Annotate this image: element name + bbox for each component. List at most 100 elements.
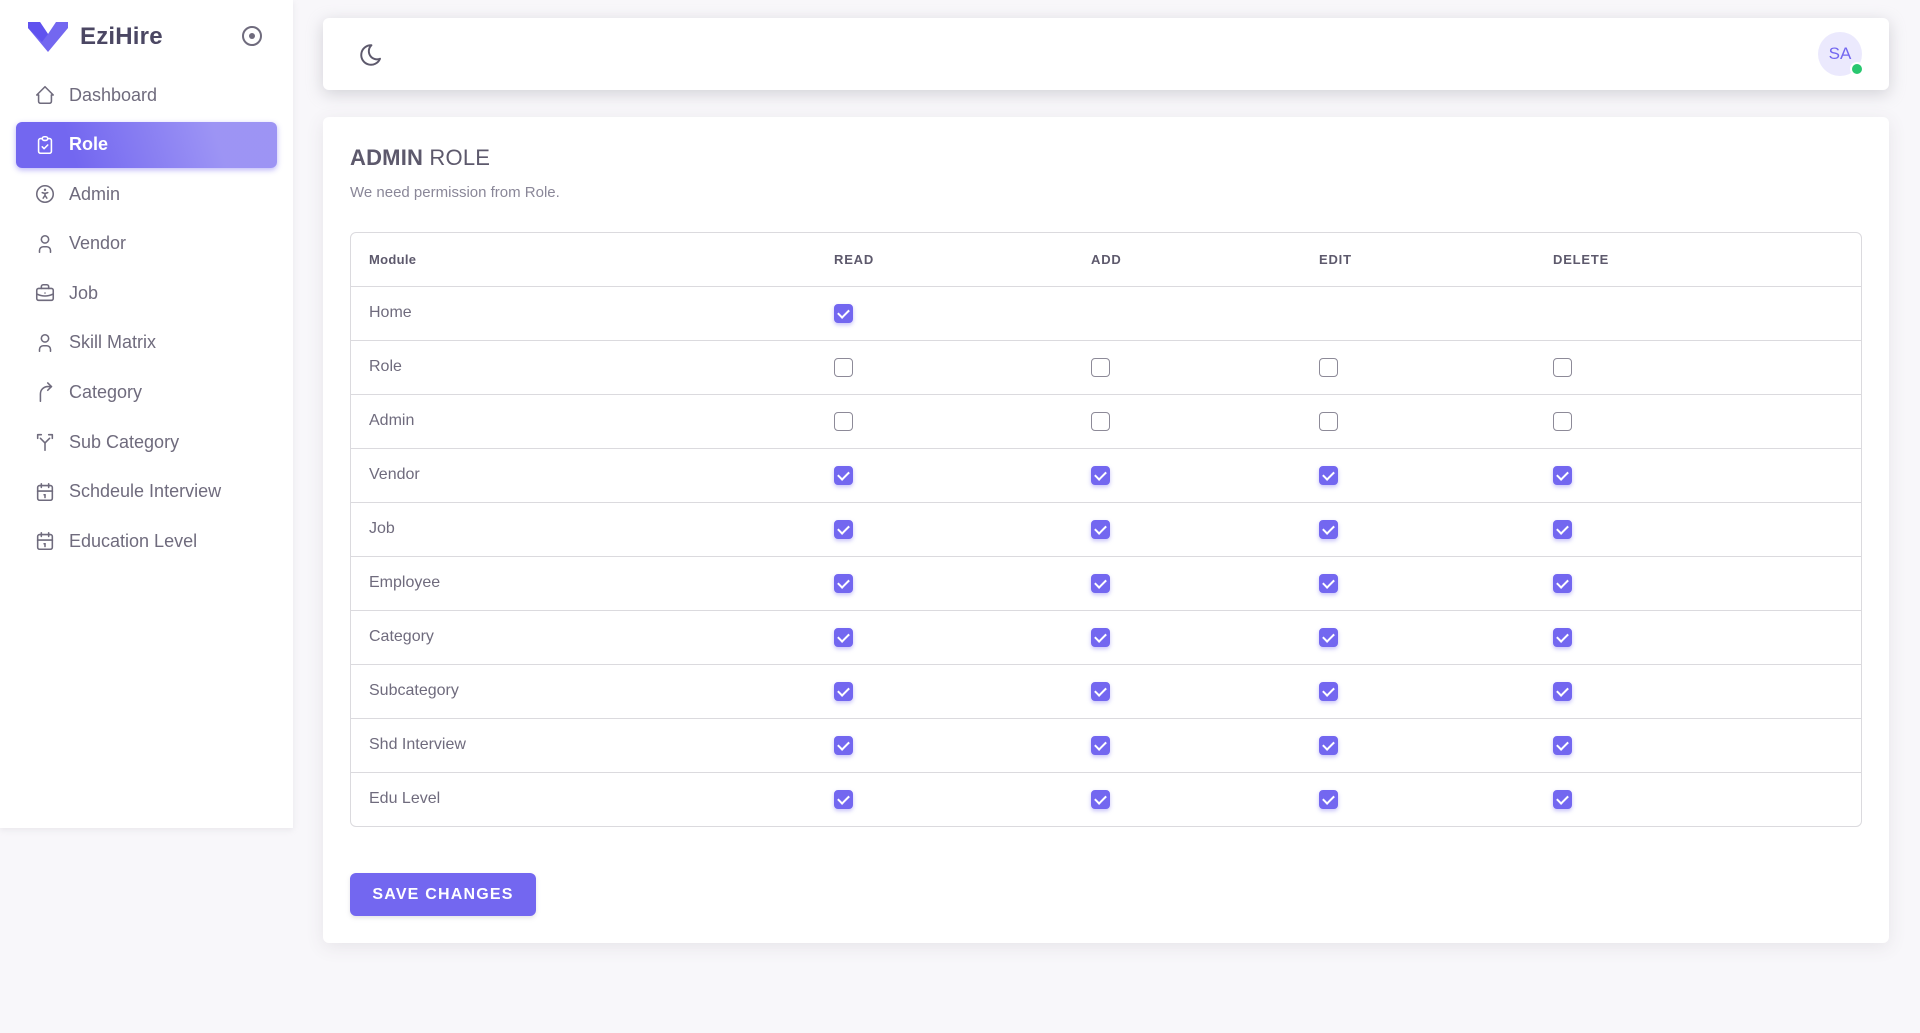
module-name: Vendor [351, 448, 834, 503]
dark-mode-toggle[interactable] [358, 42, 384, 68]
permission-cell [1553, 772, 1861, 826]
add-checkbox[interactable] [1091, 789, 1110, 809]
permission-cell [1319, 664, 1553, 719]
user-icon [34, 233, 56, 255]
module-name: Category [351, 610, 834, 665]
module-name: Shd Interview [351, 718, 834, 773]
read-checkbox[interactable] [834, 735, 853, 755]
user-icon [34, 332, 56, 354]
add-checkbox[interactable] [1091, 519, 1110, 539]
delete-checkbox[interactable] [1553, 681, 1572, 701]
read-checkbox[interactable] [834, 573, 853, 593]
module-name: Home [351, 286, 834, 341]
edit-checkbox[interactable] [1319, 519, 1338, 539]
permission-cell [1319, 772, 1553, 826]
module-name: Job [351, 502, 834, 557]
edit-checkbox[interactable] [1319, 735, 1338, 755]
module-name: Edu Level [369, 790, 441, 808]
read-checkbox[interactable] [834, 357, 853, 377]
header-delete: DELETE [1553, 233, 1861, 287]
delete-checkbox[interactable] [1553, 357, 1572, 377]
permission-cell [834, 718, 1091, 773]
edit-checkbox[interactable] [1319, 465, 1338, 485]
add-checkbox[interactable] [1091, 735, 1110, 755]
delete-checkbox[interactable] [1553, 735, 1572, 755]
permission-cell [1319, 340, 1553, 395]
delete-checkbox[interactable] [1553, 411, 1572, 431]
delete-checkbox[interactable] [1553, 519, 1572, 539]
briefcase-icon [34, 282, 56, 304]
table-row: Admin [351, 394, 1861, 449]
permission-cell [1319, 718, 1553, 773]
delete-checkbox[interactable] [1553, 573, 1572, 593]
read-checkbox[interactable] [834, 465, 853, 485]
sidebar-item-dashboard[interactable]: Dashboard [16, 72, 277, 118]
edit-checkbox[interactable] [1319, 627, 1338, 647]
add-checkbox[interactable] [1091, 465, 1110, 485]
empty-cell [1553, 286, 1861, 341]
read-checkbox[interactable] [834, 303, 853, 323]
edit-checkbox[interactable] [1319, 681, 1338, 701]
edit-checkbox[interactable] [1319, 411, 1338, 431]
sidebar-item-label: Dashboard [69, 84, 158, 105]
read-checkbox[interactable] [834, 519, 853, 539]
user-avatar[interactable]: SA [1818, 32, 1862, 76]
add-checkbox[interactable] [1091, 357, 1110, 377]
read-checkbox[interactable] [834, 789, 853, 809]
sidebar-item-education-level[interactable]: Education Level [16, 518, 277, 564]
sidebar-item-skill-matrix[interactable]: Skill Matrix [16, 320, 277, 366]
add-checkbox[interactable] [1091, 573, 1110, 593]
sidebar-item-label: Sub Category [69, 431, 180, 452]
permission-cell [1553, 718, 1861, 773]
sidebar-item-sub-category[interactable]: Sub Category [16, 419, 277, 465]
save-changes-button[interactable]: SAVE CHANGES [350, 873, 536, 916]
add-checkbox[interactable] [1091, 411, 1110, 431]
empty-cell [1091, 286, 1319, 341]
read-checkbox[interactable] [834, 681, 853, 701]
delete-checkbox[interactable] [1553, 789, 1572, 809]
sidebar-item-job[interactable]: Job [16, 270, 277, 316]
module-name: Role [351, 340, 834, 395]
permission-cell [834, 448, 1091, 503]
edit-checkbox[interactable] [1319, 573, 1338, 593]
sidebar-item-label: Category [69, 382, 143, 403]
title-bold: ADMIN [350, 145, 424, 170]
brand[interactable]: EziHire [28, 20, 163, 54]
permission-cell [834, 340, 1091, 395]
table-row: Edu Level [351, 772, 1861, 826]
delete-checkbox[interactable] [1553, 465, 1572, 485]
permission-cell [834, 286, 1091, 341]
role-permissions-card: ADMIN ROLE We need permission from Role.… [323, 117, 1889, 943]
permission-cell [1319, 394, 1553, 449]
permission-cell [1553, 394, 1861, 449]
sidebar-item-label: Job [69, 282, 99, 303]
sidebar-item-category[interactable]: Category [16, 370, 277, 416]
table-row: Subcategory [351, 664, 1861, 719]
header-edit: EDIT [1319, 233, 1553, 287]
page-subtitle: We need permission from Role. [350, 184, 560, 201]
read-checkbox[interactable] [834, 627, 853, 647]
permission-cell [1091, 610, 1319, 665]
sidebar-item-admin[interactable]: Admin [16, 171, 277, 217]
sidebar-item-vendor[interactable]: Vendor [16, 221, 277, 267]
add-checkbox[interactable] [1091, 681, 1110, 701]
header-module: Module [351, 233, 834, 287]
edit-checkbox[interactable] [1319, 789, 1338, 809]
delete-checkbox[interactable] [1553, 627, 1572, 647]
page-title: ADMIN ROLE [350, 145, 490, 171]
moon-icon [360, 44, 381, 66]
table-row: Role [351, 340, 1861, 395]
sidebar-item-label: Vendor [69, 233, 127, 254]
sidebar-item-schdeule-interview[interactable]: Schdeule Interview [16, 469, 277, 515]
permission-cell [1091, 664, 1319, 719]
table-row: Job [351, 502, 1861, 557]
edit-checkbox[interactable] [1319, 357, 1338, 377]
add-checkbox[interactable] [1091, 627, 1110, 647]
permission-cell [1091, 718, 1319, 773]
read-checkbox[interactable] [834, 411, 853, 431]
collapse-menu-icon[interactable] [242, 26, 262, 46]
permission-cell [1319, 556, 1553, 611]
sidebar-item-label: Role [69, 134, 109, 155]
sidebar-item-role[interactable]: Role [16, 121, 277, 168]
permission-cell [834, 610, 1091, 665]
